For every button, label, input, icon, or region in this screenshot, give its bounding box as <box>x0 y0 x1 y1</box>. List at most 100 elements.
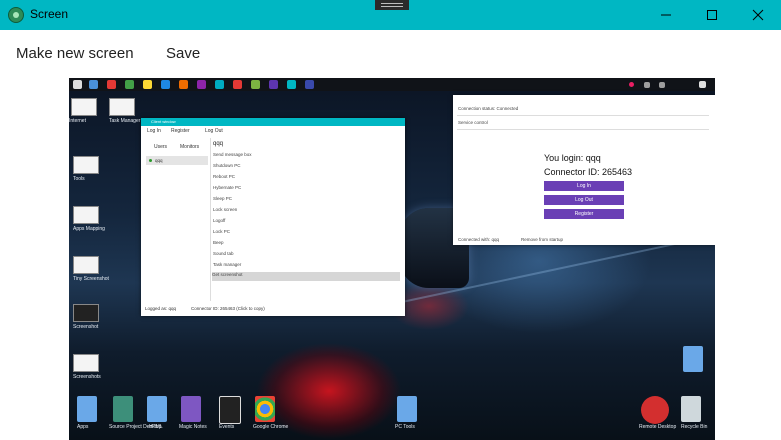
events-icon[interactable] <box>219 396 241 424</box>
save-button[interactable]: Save <box>166 45 200 62</box>
login-label: You login: qqq <box>544 153 601 163</box>
desktop-file-icon[interactable] <box>73 206 99 224</box>
tray-icon <box>629 82 634 87</box>
maximize-button[interactable] <box>689 0 735 30</box>
tab-monitors[interactable]: Monitors <box>180 144 199 150</box>
close-icon <box>752 9 764 21</box>
command-item[interactable]: Logoff <box>213 218 225 223</box>
desktop-file-icon[interactable] <box>73 304 99 322</box>
taskbar-app-icon <box>143 80 152 89</box>
register-button[interactable]: Register <box>544 209 624 219</box>
desktop-file-icon[interactable] <box>73 256 99 274</box>
start-icon <box>73 80 82 89</box>
desktop-icon-label: Tiny Screenshot <box>73 276 109 282</box>
client-menu-login[interactable]: Log In <box>147 128 161 134</box>
command-item-selected[interactable]: Get screenshot <box>212 272 400 281</box>
folder-icon[interactable] <box>77 396 97 422</box>
app-icon <box>8 7 24 23</box>
desktop-icon-label: Screenshot <box>73 324 99 330</box>
desktop-icon-label: Recycle Bin <box>681 424 708 430</box>
taskbar-app-icon <box>305 80 314 89</box>
taskbar-app-icon <box>287 80 296 89</box>
command-item[interactable]: Reboot PC <box>213 174 235 179</box>
desktop-icon-label: Screenshots <box>73 374 101 380</box>
client-window-title-bar: Client window <box>141 118 405 126</box>
client-window-title: Client window <box>151 119 176 124</box>
client-status-connector[interactable]: Connector ID: 265463 (Click to copy) <box>191 306 265 311</box>
remove-startup-link[interactable]: Remove from startup <box>521 237 563 242</box>
taskbar-app-icon <box>107 80 116 89</box>
make-new-screen-button[interactable]: Make new screen <box>16 45 134 62</box>
project-icon[interactable] <box>113 396 133 422</box>
command-item[interactable]: Beep <box>213 240 224 245</box>
remote-desktop-icon[interactable] <box>641 396 669 424</box>
maximize-icon <box>707 10 717 20</box>
notes-icon[interactable] <box>181 396 201 422</box>
minimize-button[interactable] <box>643 0 689 30</box>
desktop-file-icon[interactable] <box>73 156 99 174</box>
command-item[interactable]: Lock screen <box>213 207 237 212</box>
command-item[interactable]: Task manager <box>213 262 241 267</box>
command-item[interactable]: Lock PC <box>213 229 230 234</box>
desktop-icon-label: Internet <box>69 118 86 124</box>
command-item[interactable]: Send message box <box>213 152 252 157</box>
client-left-panel: Users Monitors qqq <box>144 138 211 301</box>
login-button[interactable]: Log In <box>544 181 624 191</box>
desktop-taskbar <box>69 78 715 91</box>
chrome-icon[interactable] <box>255 396 275 422</box>
user-name: qqq <box>155 158 163 163</box>
desktop-icon-label: Apps Mapping <box>73 226 105 232</box>
divider <box>457 115 709 116</box>
taskbar-app-icon <box>179 80 188 89</box>
taskbar-app-icon <box>89 80 98 89</box>
desktop-file-icon[interactable] <box>71 98 97 116</box>
notification-icon <box>699 81 706 88</box>
connected-with-label: Connected with: qqq <box>458 237 500 242</box>
command-item[interactable]: Sound tab <box>213 251 234 256</box>
drag-handle[interactable] <box>375 0 409 10</box>
desktop-icon-label: Remote Desktop <box>639 424 677 430</box>
client-menu-logout[interactable]: Log Out <box>205 128 223 134</box>
folder-icon[interactable] <box>397 396 417 422</box>
folder-icon[interactable] <box>147 396 167 422</box>
command-item[interactable]: Hybernate PC <box>213 185 241 190</box>
close-button[interactable] <box>735 0 781 30</box>
desktop-icon-label: Task Manager <box>109 118 141 124</box>
folder-icon[interactable] <box>683 346 703 372</box>
desktop-icon-label: Google Chrome <box>253 424 289 430</box>
screenshot-preview: Internet Task Manager Tools Apps Mapping… <box>69 78 715 440</box>
taskbar-app-icon <box>125 80 134 89</box>
recycle-bin-icon[interactable] <box>681 396 701 422</box>
taskbar-app-icon <box>269 80 278 89</box>
taskbar-app-icon <box>233 80 242 89</box>
desktop-icon-label: Tools <box>73 176 85 182</box>
taskbar-app-icon <box>215 80 224 89</box>
divider <box>457 129 709 130</box>
server-window: Connection status: Connected Service con… <box>453 95 715 245</box>
tray-icon <box>644 82 650 88</box>
client-window: Client window Log In Register Log Out Us… <box>141 118 405 316</box>
taskbar-app-icon <box>161 80 170 89</box>
client-menu-register[interactable]: Register <box>171 128 190 134</box>
desktop-icon-label: Apps <box>77 424 89 430</box>
desktop-file-icon[interactable] <box>109 98 135 116</box>
taskbar-app-icon <box>251 80 260 89</box>
logout-button[interactable]: Log Out <box>544 195 624 205</box>
connection-status: Connection status: Connected <box>458 106 519 111</box>
user-list-item[interactable]: qqq <box>146 156 208 165</box>
selected-user-label: qqq <box>213 141 224 147</box>
desktop-icon-label: PC Tools <box>395 424 415 430</box>
tray-icon <box>659 82 665 88</box>
minimize-icon <box>661 14 671 16</box>
window-title: Screen <box>30 7 69 21</box>
connector-id-label: Connector ID: 265463 <box>544 167 633 177</box>
desktop-file-icon[interactable] <box>73 354 99 372</box>
command-item[interactable]: Sleep PC <box>213 196 232 201</box>
taskbar-app-icon <box>197 80 206 89</box>
desktop-icon-label: Events <box>219 424 235 430</box>
tab-users[interactable]: Users <box>154 144 167 150</box>
online-status-icon <box>149 159 152 162</box>
desktop-icon-label: HTML <box>149 424 163 430</box>
client-status-login: Logged as: qqq <box>145 306 177 311</box>
command-item[interactable]: Shutdown PC <box>213 163 241 168</box>
